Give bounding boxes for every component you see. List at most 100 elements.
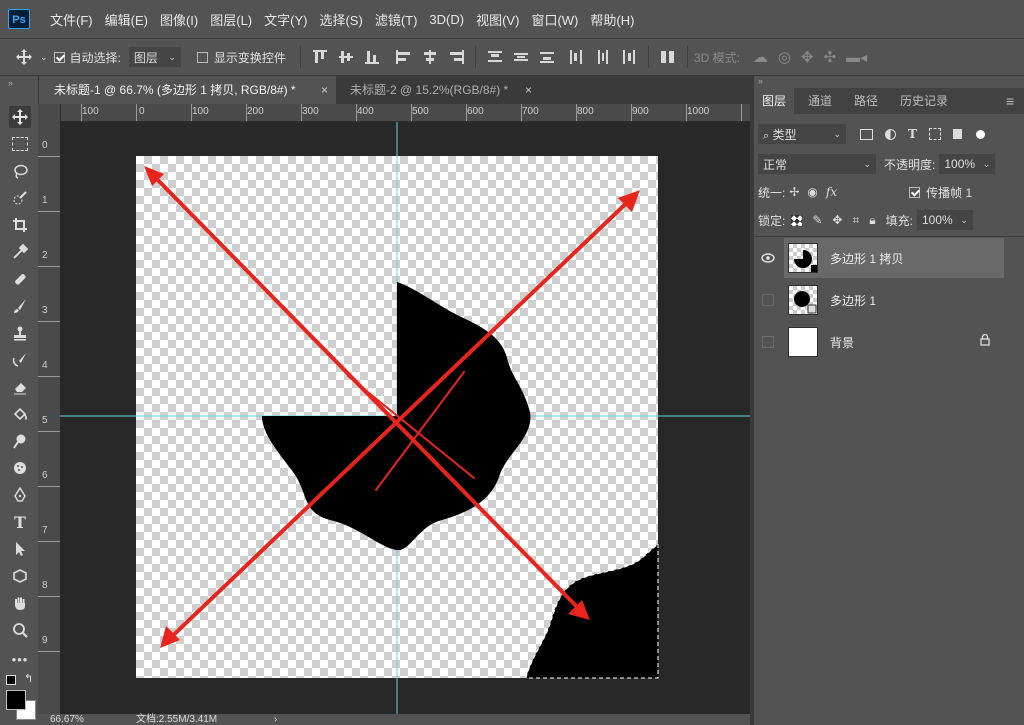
paint-bucket-tool-icon[interactable] [9, 403, 31, 425]
align-hcenter-icon[interactable] [421, 49, 439, 65]
dodge-tool-icon[interactable] [9, 430, 31, 452]
3d-camera-icon[interactable]: ▬◂ [846, 49, 867, 66]
align-top-icon[interactable] [311, 49, 329, 65]
distribute-hcenter-icon[interactable] [594, 49, 612, 65]
auto-align-icon[interactable] [659, 49, 677, 65]
crop-tool-icon[interactable] [9, 214, 31, 236]
fill-field[interactable]: 100% ⌄ [916, 210, 973, 230]
tab-history[interactable]: 历史记录 [900, 88, 948, 114]
align-vcenter-icon[interactable] [337, 49, 355, 65]
layer-name[interactable]: 多边形 1 [830, 292, 876, 309]
swap-colors-icon[interactable]: ↰ [24, 672, 33, 685]
foreground-color-swatch[interactable] [6, 690, 26, 710]
sponge-tool-icon[interactable] [9, 457, 31, 479]
menu-image[interactable]: 图像(I) [154, 10, 204, 29]
lock-pixels-icon[interactable]: ✎ [812, 213, 822, 227]
menu-file[interactable]: 文件(F) [44, 10, 99, 29]
show-transform-checkbox[interactable] [196, 51, 208, 63]
marquee-tool-icon[interactable] [9, 133, 31, 155]
3d-orbit-icon[interactable]: ☁ [753, 48, 768, 66]
propagate-frame-checkbox[interactable] [909, 186, 921, 198]
opacity-field[interactable]: 100% ⌄ [939, 154, 996, 174]
menu-layer[interactable]: 图层(L) [204, 10, 258, 29]
unify-style-icon[interactable]: fx [826, 185, 837, 199]
visibility-toggle[interactable] [760, 280, 776, 320]
align-left-icon[interactable] [395, 49, 413, 65]
menu-help[interactable]: 帮助(H) [584, 10, 640, 29]
lock-transparent-icon[interactable] [791, 214, 803, 226]
layer-row-polygon[interactable]: 多边形 1 [784, 280, 1004, 320]
move-tool-preset-icon[interactable] [8, 46, 40, 68]
unify-visibility-icon[interactable]: ◉ [807, 185, 817, 199]
menu-filter[interactable]: 滤镜(T) [369, 10, 424, 29]
healing-brush-tool-icon[interactable] [9, 268, 31, 290]
menu-view[interactable]: 视图(V) [470, 10, 525, 29]
close-icon[interactable]: × [525, 76, 532, 104]
menu-type[interactable]: 文字(Y) [258, 10, 313, 29]
zoom-tool-icon[interactable] [9, 619, 31, 641]
tab-channels[interactable]: 通道 [808, 88, 832, 114]
more-tools-icon[interactable]: ••• [9, 648, 31, 670]
lock-artboard-icon[interactable]: ⌗ [852, 213, 859, 228]
distribute-bottom-icon[interactable] [538, 49, 556, 65]
lock-position-icon[interactable]: ✥ [832, 213, 842, 227]
path-select-tool-icon[interactable] [9, 538, 31, 560]
canvas-area[interactable] [60, 122, 750, 714]
visibility-toggle[interactable] [760, 322, 776, 362]
filter-shape-icon[interactable] [928, 128, 941, 140]
move-tool-icon[interactable] [9, 106, 31, 128]
history-brush-tool-icon[interactable] [9, 349, 31, 371]
canvas-artwork[interactable] [60, 122, 750, 714]
filter-type-icon[interactable]: T [908, 127, 917, 141]
blend-mode-dropdown[interactable]: 正常 ⌄ [758, 154, 876, 174]
3d-pan-icon[interactable]: ✥ [801, 48, 814, 66]
eraser-tool-icon[interactable] [9, 376, 31, 398]
3d-slide-icon[interactable]: ✣ [824, 48, 837, 66]
layer-name[interactable]: 多边形 1 拷贝 [830, 250, 903, 267]
status-menu-arrow-icon[interactable]: › [274, 714, 277, 725]
shape-tool-icon[interactable] [9, 565, 31, 587]
tab-layers[interactable]: 图层 [754, 88, 795, 114]
brush-tool-icon[interactable] [9, 295, 31, 317]
layer-row-background[interactable]: 背景 [784, 322, 1004, 362]
filter-smart-object-icon[interactable] [952, 129, 962, 139]
distribute-right-icon[interactable] [620, 49, 638, 65]
close-icon[interactable]: × [321, 76, 328, 104]
default-colors-icon[interactable] [6, 675, 16, 685]
3d-roll-icon[interactable]: ◎ [778, 48, 791, 66]
vertical-ruler[interactable]: 0 1 2 3 4 5 6 7 8 9 [38, 104, 61, 714]
layer-name[interactable]: 背景 [830, 334, 854, 351]
visibility-eye-icon[interactable] [760, 238, 776, 278]
unify-position-icon[interactable]: ✢ [789, 185, 799, 199]
clone-stamp-tool-icon[interactable] [9, 322, 31, 344]
layer-filter-dropdown[interactable]: ⌕ 类型 ⌄ [758, 124, 846, 144]
lock-icon[interactable] [980, 333, 990, 349]
hand-tool-icon[interactable] [9, 592, 31, 614]
distribute-top-icon[interactable] [486, 49, 504, 65]
filter-pixel-icon[interactable] [860, 128, 873, 140]
panel-menu-icon[interactable]: ≡ [1006, 88, 1014, 114]
eyedropper-tool-icon[interactable] [9, 241, 31, 263]
align-right-icon[interactable] [447, 49, 465, 65]
preset-caret-icon[interactable]: ⌄ [40, 52, 48, 63]
auto-select-checkbox[interactable] [53, 51, 65, 63]
menu-edit[interactable]: 编辑(E) [99, 10, 154, 29]
align-bottom-icon[interactable] [363, 49, 381, 65]
type-tool-icon[interactable]: T [9, 511, 31, 533]
toolbar-collapse-icon[interactable]: » [8, 78, 13, 88]
horizontal-ruler[interactable]: 100 0 100 200 300 400 500 600 700 800 90… [60, 104, 750, 122]
filter-toggle-icon[interactable] [975, 129, 985, 139]
tab-document-1[interactable]: 未标题-1 @ 66.7% (多边形 1 拷贝, RGB/8#) * × [44, 76, 336, 104]
menu-3d[interactable]: 3D(D) [423, 12, 470, 27]
lock-all-icon[interactable]: 🔒︎ [869, 213, 875, 228]
tab-paths[interactable]: 路径 [854, 88, 878, 114]
menu-select[interactable]: 选择(S) [313, 10, 368, 29]
quick-select-tool-icon[interactable] [9, 187, 31, 209]
auto-select-target-dropdown[interactable]: 图层 ⌄ [128, 47, 181, 67]
panel-collapse-icon[interactable]: » [758, 76, 763, 86]
layer-row-polygon-copy[interactable]: 多边形 1 拷贝 [784, 238, 1004, 278]
distribute-left-icon[interactable] [568, 49, 586, 65]
tab-document-2[interactable]: 未标题-2 @ 15.2%(RGB/8#) * × [340, 76, 540, 104]
zoom-level[interactable]: 66.67% [50, 714, 84, 725]
distribute-vcenter-icon[interactable] [512, 49, 530, 65]
